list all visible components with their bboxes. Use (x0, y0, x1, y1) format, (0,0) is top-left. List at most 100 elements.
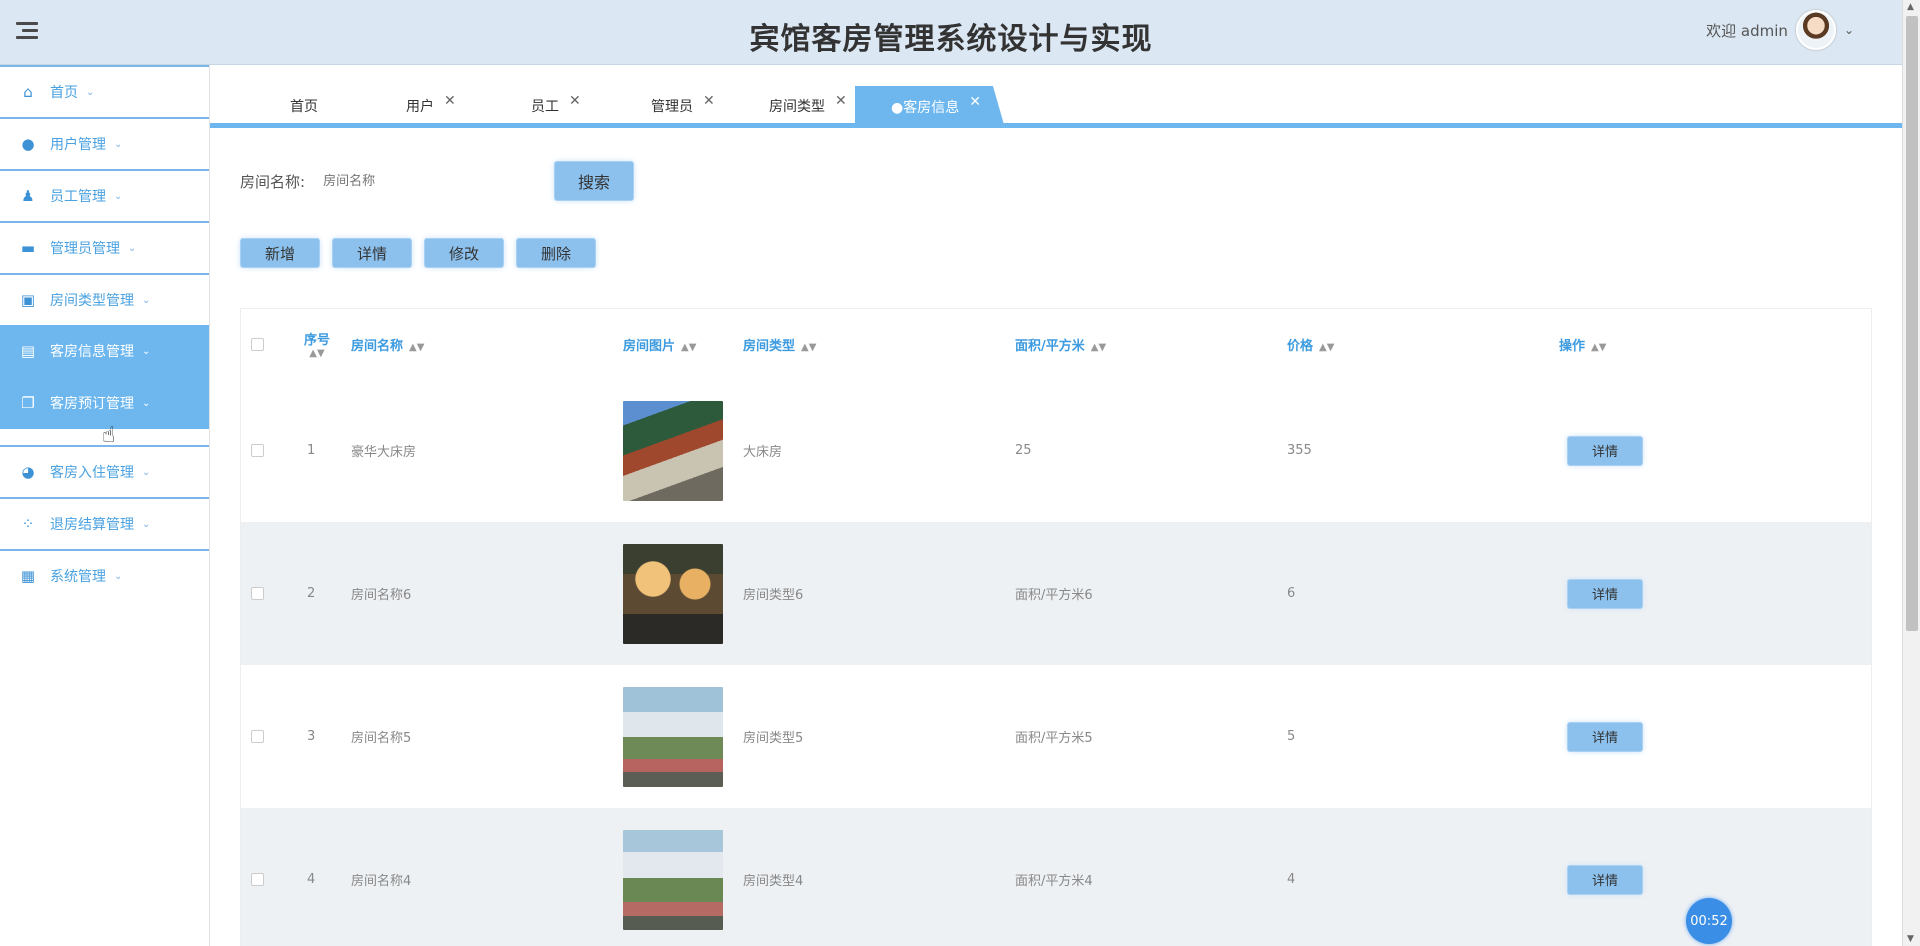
row-checkbox[interactable] (251, 444, 264, 457)
search-button[interactable]: 搜索 (554, 161, 634, 201)
sidebar-item-room-types[interactable]: ▣ 房间类型管理 ⌄ (0, 273, 209, 325)
sidebar-item-label: 用户管理 (50, 137, 106, 153)
room-name: 房间名称5 (351, 731, 412, 746)
chevron-down-icon: ⌄ (142, 294, 151, 306)
sidebar-item-label: 系统管理 (50, 569, 106, 585)
table-row: 2 房间名称6 房间类型6 面积/平方米6 6 详情 (241, 522, 1871, 665)
row-checkbox[interactable] (251, 587, 264, 600)
timer-badge[interactable]: 00:52 (1686, 898, 1732, 944)
user-menu[interactable]: 欢迎 admin ⌄ (1706, 10, 1854, 50)
row-detail-button[interactable]: 详情 (1567, 578, 1643, 609)
user-icon: ● (21, 135, 35, 153)
action-bar: 新增 详情 修改 删除 (240, 238, 596, 268)
row-checkbox[interactable] (251, 873, 264, 886)
room-area: 面积/平方米5 (1015, 731, 1093, 746)
sort-icon[interactable]: ▲▼ (409, 342, 424, 353)
detail-button[interactable]: 详情 (332, 238, 412, 268)
copy-icon: ❐ (21, 394, 35, 412)
table-row: 1 豪华大床房 大床房 25 355 详情 (241, 379, 1871, 522)
search-label: 房间名称: (240, 172, 306, 191)
hand-cursor-icon: ☝ (102, 423, 116, 448)
room-name: 豪华大床房 (351, 445, 417, 460)
sidebar-item-label: 房间类型管理 (50, 293, 134, 309)
column-header-actions[interactable]: 操作 ▲▼ (1559, 335, 1859, 354)
tab-staff[interactable]: 员工 ✕ (531, 88, 581, 124)
sidebar-item-room-info[interactable]: ▤ 客房信息管理 ⌄ (0, 325, 209, 377)
sort-icon[interactable]: ▲▼ (681, 342, 696, 353)
sidebar-item-home[interactable]: ⌂ 首页 ⌄ (0, 65, 209, 117)
sort-icon[interactable]: ▲▼ (1591, 342, 1606, 353)
column-header-type[interactable]: 房间类型 ▲▼ (743, 335, 1015, 354)
tab-users[interactable]: 用户 ✕ (406, 88, 456, 124)
row-index: 4 (307, 872, 316, 887)
tab-bar: 首页 用户 ✕ 员工 ✕ 管理员 ✕ 房间类型 ✕ ●客房信息 ✕ (210, 78, 1902, 128)
column-header-area[interactable]: 面积/平方米 ▲▼ (1015, 335, 1287, 354)
room-photo (623, 400, 723, 501)
sidebar-item-staff[interactable]: ♟ 员工管理 ⌄ (0, 169, 209, 221)
row-detail-button[interactable]: 详情 (1567, 435, 1643, 466)
room-name: 房间名称6 (351, 588, 412, 603)
room-price: 6 (1287, 586, 1296, 601)
home-icon: ⌂ (23, 83, 33, 101)
room-table: 序号 ▲▼ 房间名称 ▲▼ 房间图片 ▲▼ 房间类型 ▲▼ 面积/平方米 ▲▼ 价格 ▲▼ … (240, 308, 1872, 946)
edit-button[interactable]: 修改 (424, 238, 504, 268)
column-header-image[interactable]: 房间图片 ▲▼ (623, 335, 743, 354)
sidebar-item-booking[interactable]: ❐ 客房预订管理 ⌄ (0, 377, 209, 429)
sidebar-item-label: 管理员管理 (50, 241, 120, 257)
chevron-down-icon: ⌄ (128, 242, 137, 254)
sidebar-item-users[interactable]: ● 用户管理 ⌄ (0, 117, 209, 169)
sort-icon[interactable]: ▲▼ (801, 342, 816, 353)
column-header-name[interactable]: 房间名称 ▲▼ (351, 335, 623, 354)
tab-room-info[interactable]: ●客房信息 ✕ (855, 86, 1005, 128)
column-header-index[interactable]: 序号 ▲▼ (283, 329, 351, 359)
top-bar: 宾馆客房管理系统设计与实现 欢迎 admin ⌄ (0, 0, 1902, 65)
close-icon[interactable]: ✕ (835, 93, 847, 109)
close-icon[interactable]: ✕ (969, 94, 981, 110)
store-icon: ▬ (20, 239, 36, 257)
room-price: 355 (1287, 443, 1312, 458)
sidebar-item-admins[interactable]: ▬ 管理员管理 ⌄ (0, 221, 209, 273)
chevron-down-icon: ⌄ (114, 570, 123, 582)
row-checkbox[interactable] (251, 730, 264, 743)
sort-icon[interactable]: ▲▼ (1319, 342, 1334, 353)
room-type: 房间类型6 (743, 588, 804, 603)
apps-icon: ⁘ (21, 515, 35, 533)
app-title: 宾馆客房管理系统设计与实现 (749, 22, 1153, 57)
archive-icon: ▤ (20, 342, 36, 360)
grid-icon: ▦ (20, 567, 36, 585)
sidebar-item-checkin[interactable]: ◕ 客房入住管理 ⌄ (0, 445, 209, 497)
sidebar-item-label: 客房信息管理 (50, 344, 134, 360)
sort-icon[interactable]: ▲▼ (1091, 342, 1106, 353)
chevron-down-icon: ⌄ (142, 466, 151, 478)
room-photo (623, 829, 723, 930)
avatar[interactable] (1795, 10, 1836, 50)
sidebar-item-label: 首页 (50, 85, 78, 101)
close-icon[interactable]: ✕ (703, 93, 715, 109)
sidebar-item-system[interactable]: ▦ 系统管理 ⌄ (0, 549, 209, 601)
add-button[interactable]: 新增 (240, 238, 320, 268)
scroll-down-icon[interactable]: ▼ (1907, 934, 1914, 944)
room-area: 面积/平方米4 (1015, 874, 1093, 889)
tab-room-types[interactable]: 房间类型 ✕ (769, 88, 847, 124)
scroll-up-icon[interactable]: ▲ (1907, 2, 1914, 12)
room-price: 5 (1287, 729, 1296, 744)
close-icon[interactable]: ✕ (444, 93, 456, 109)
column-header-price[interactable]: 价格 ▲▼ (1287, 335, 1559, 354)
room-type: 大床房 (743, 445, 783, 460)
delete-button[interactable]: 删除 (516, 238, 596, 268)
page-scrollbar[interactable]: ▲ ▼ (1902, 0, 1920, 946)
welcome-text: 欢迎 admin (1706, 21, 1788, 40)
sort-icon[interactable]: ▲▼ (283, 348, 351, 359)
scrollbar-thumb[interactable] (1906, 16, 1918, 631)
tab-admins[interactable]: 管理员 ✕ (651, 88, 715, 124)
sidebar-item-label: 客房入住管理 (50, 465, 134, 481)
row-detail-button[interactable]: 详情 (1567, 864, 1643, 895)
sidebar-item-checkout[interactable]: ⁘ 退房结算管理 ⌄ (0, 497, 209, 549)
close-icon[interactable]: ✕ (569, 93, 581, 109)
tab-home[interactable]: 首页 (290, 88, 318, 124)
search-input[interactable] (323, 165, 524, 197)
chevron-down-icon: ⌄ (114, 138, 123, 150)
row-detail-button[interactable]: 详情 (1567, 721, 1643, 752)
chevron-down-icon[interactable]: ⌄ (1844, 23, 1854, 37)
select-all-checkbox[interactable] (251, 337, 264, 351)
